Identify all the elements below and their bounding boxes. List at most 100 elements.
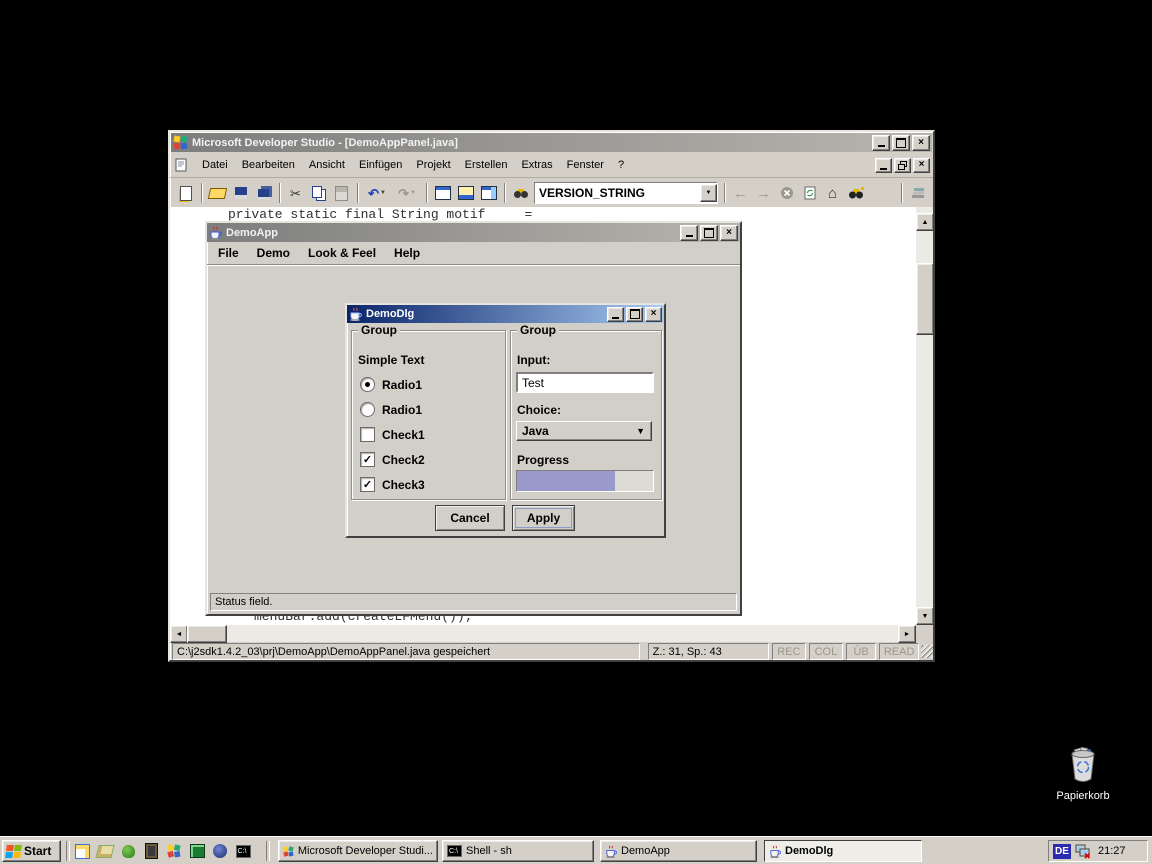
quicklaunch-green-terminal-icon[interactable]: [187, 841, 207, 861]
demodlg-minimize-button[interactable]: [607, 307, 624, 322]
task-button-msdev[interactable]: Microsoft Developer Studi...: [278, 840, 438, 862]
demodlg-maximize-button[interactable]: [626, 307, 643, 322]
task-label: Microsoft Developer Studi...: [298, 845, 433, 857]
console-label: C:\: [238, 848, 247, 855]
dev-studio-titlebar[interactable]: Microsoft Developer Studio - [DemoAppPan…: [171, 133, 932, 152]
menu-bearbeiten[interactable]: Bearbeiten: [235, 157, 302, 173]
refresh-button[interactable]: [798, 182, 821, 204]
start-button[interactable]: Start: [2, 840, 61, 862]
task-button-demoapp[interactable]: DemoApp: [600, 840, 757, 862]
window-layout-button[interactable]: [477, 182, 500, 204]
task-button-demodlg-active[interactable]: DemoDlg: [764, 840, 922, 862]
scroll-right-button[interactable]: ►: [898, 625, 916, 643]
check2-label: Check2: [382, 453, 425, 467]
network-disconnected-icon[interactable]: [1075, 844, 1092, 859]
editor-vscrollbar[interactable]: ▲ ▼: [916, 207, 933, 625]
menu-ansicht[interactable]: Ansicht: [302, 157, 352, 173]
document-icon[interactable]: [175, 158, 187, 172]
choice-combobox[interactable]: Java ▼: [516, 421, 652, 441]
minimize-icon: [612, 317, 619, 319]
quicklaunch-show-desktop-icon[interactable]: [95, 841, 115, 861]
radio2-unselected[interactable]: [360, 402, 375, 417]
demoapp-menu-help[interactable]: Help: [385, 244, 429, 262]
maximize-icon: [630, 309, 640, 319]
vscroll-thumb[interactable]: [916, 263, 933, 335]
output-window-button[interactable]: [454, 182, 477, 204]
forward-icon: →: [756, 186, 771, 201]
demoapp-menu-file[interactable]: File: [209, 244, 248, 262]
demoapp-close-button[interactable]: ×: [720, 225, 738, 241]
mdi-restore-button[interactable]: [894, 158, 911, 173]
save-all-button[interactable]: [252, 182, 275, 204]
mdi-minimize-button[interactable]: [875, 158, 892, 173]
demoapp-maximize-button[interactable]: [700, 225, 718, 241]
demoapp-minimize-button[interactable]: [680, 225, 698, 241]
check-row-2[interactable]: ✓ Check2: [360, 452, 425, 467]
scroll-down-button[interactable]: ▼: [916, 607, 933, 625]
recycle-bin[interactable]: Papierkorb: [1050, 746, 1116, 802]
menu-fenster[interactable]: Fenster: [560, 157, 611, 173]
maximize-button[interactable]: [892, 135, 910, 151]
menu-extras[interactable]: Extras: [514, 157, 559, 173]
scroll-left-button[interactable]: ◄: [170, 625, 188, 643]
cut-button[interactable]: ✂: [284, 182, 307, 204]
check-row-3[interactable]: ✓ Check3: [360, 477, 425, 492]
quicklaunch-blue-globe-icon[interactable]: [210, 841, 230, 861]
language-indicator[interactable]: DE: [1053, 844, 1071, 859]
editor-area[interactable]: private static final String motif = menu…: [170, 207, 933, 625]
toolbar-separator: [201, 183, 202, 203]
find-combo[interactable]: VERSION_STRING ▼: [534, 182, 718, 204]
menu-datei[interactable]: Datei: [195, 157, 235, 173]
radio-row-2[interactable]: Radio1: [360, 402, 422, 417]
open-file-button[interactable]: [206, 182, 229, 204]
console-task-icon: C:\: [447, 845, 462, 857]
undo-dropdown-icon[interactable]: ▼: [380, 190, 386, 196]
task-button-shell[interactable]: C:\ Shell - sh: [442, 840, 594, 862]
statusbar-rec-indicator: REC: [772, 643, 806, 660]
menu-einfuegen[interactable]: Einfügen: [352, 157, 409, 173]
quicklaunch-green-creature-icon[interactable]: [118, 841, 138, 861]
search-button[interactable]: [844, 182, 867, 204]
resize-grip[interactable]: [921, 645, 933, 658]
undo-button[interactable]: ↶ ▼: [362, 182, 392, 204]
minimize-button[interactable]: [872, 135, 890, 151]
demoapp-menu-demo[interactable]: Demo: [248, 244, 299, 262]
scroll-up-button[interactable]: ▲: [916, 213, 933, 231]
editor-hscrollbar[interactable]: ◄ ►: [170, 625, 916, 642]
cancel-button[interactable]: Cancel: [435, 505, 505, 531]
find-in-files-button[interactable]: [509, 182, 532, 204]
check3-checked[interactable]: ✓: [360, 477, 375, 492]
component-gallery-button[interactable]: [906, 182, 929, 204]
menu-projekt[interactable]: Projekt: [409, 157, 457, 173]
check1-unchecked[interactable]: [360, 427, 375, 442]
quicklaunch-book-icon[interactable]: [141, 841, 161, 861]
menu-hilfe[interactable]: ?: [611, 157, 631, 173]
find-combo-dropdown-button[interactable]: ▼: [700, 184, 717, 202]
demoapp-menu-lookandfeel[interactable]: Look & Feel: [299, 244, 385, 262]
close-button[interactable]: ×: [912, 135, 930, 151]
copy-button[interactable]: [307, 182, 330, 204]
radio-row-1[interactable]: Radio1: [360, 377, 422, 392]
demodlg-close-button[interactable]: ×: [645, 307, 662, 322]
new-file-button[interactable]: [174, 182, 197, 204]
check2-checked[interactable]: ✓: [360, 452, 375, 467]
check-row-1[interactable]: Check1: [360, 427, 425, 442]
radio1-selected[interactable]: [360, 377, 375, 392]
quicklaunch-document-pen-icon[interactable]: [72, 841, 92, 861]
home-icon: ⌂: [828, 186, 837, 201]
progress-bar: [516, 470, 654, 492]
choice-value: Java: [522, 424, 636, 438]
input-field[interactable]: [516, 372, 654, 393]
home-button[interactable]: ⌂: [821, 182, 844, 204]
apply-button[interactable]: Apply: [512, 505, 575, 531]
hscroll-thumb[interactable]: [187, 625, 227, 643]
demodlg-titlebar[interactable]: DemoDlg ×: [347, 305, 664, 323]
workspace-window-button[interactable]: [431, 182, 454, 204]
toolbar-separator: [901, 183, 902, 203]
quicklaunch-msdev-icon[interactable]: [164, 841, 184, 861]
save-button[interactable]: [229, 182, 252, 204]
mdi-close-button[interactable]: ×: [913, 158, 930, 173]
menu-erstellen[interactable]: Erstellen: [458, 157, 515, 173]
quicklaunch-console-icon[interactable]: C:\: [233, 841, 253, 861]
demoapp-titlebar[interactable]: DemoApp ×: [207, 223, 740, 242]
